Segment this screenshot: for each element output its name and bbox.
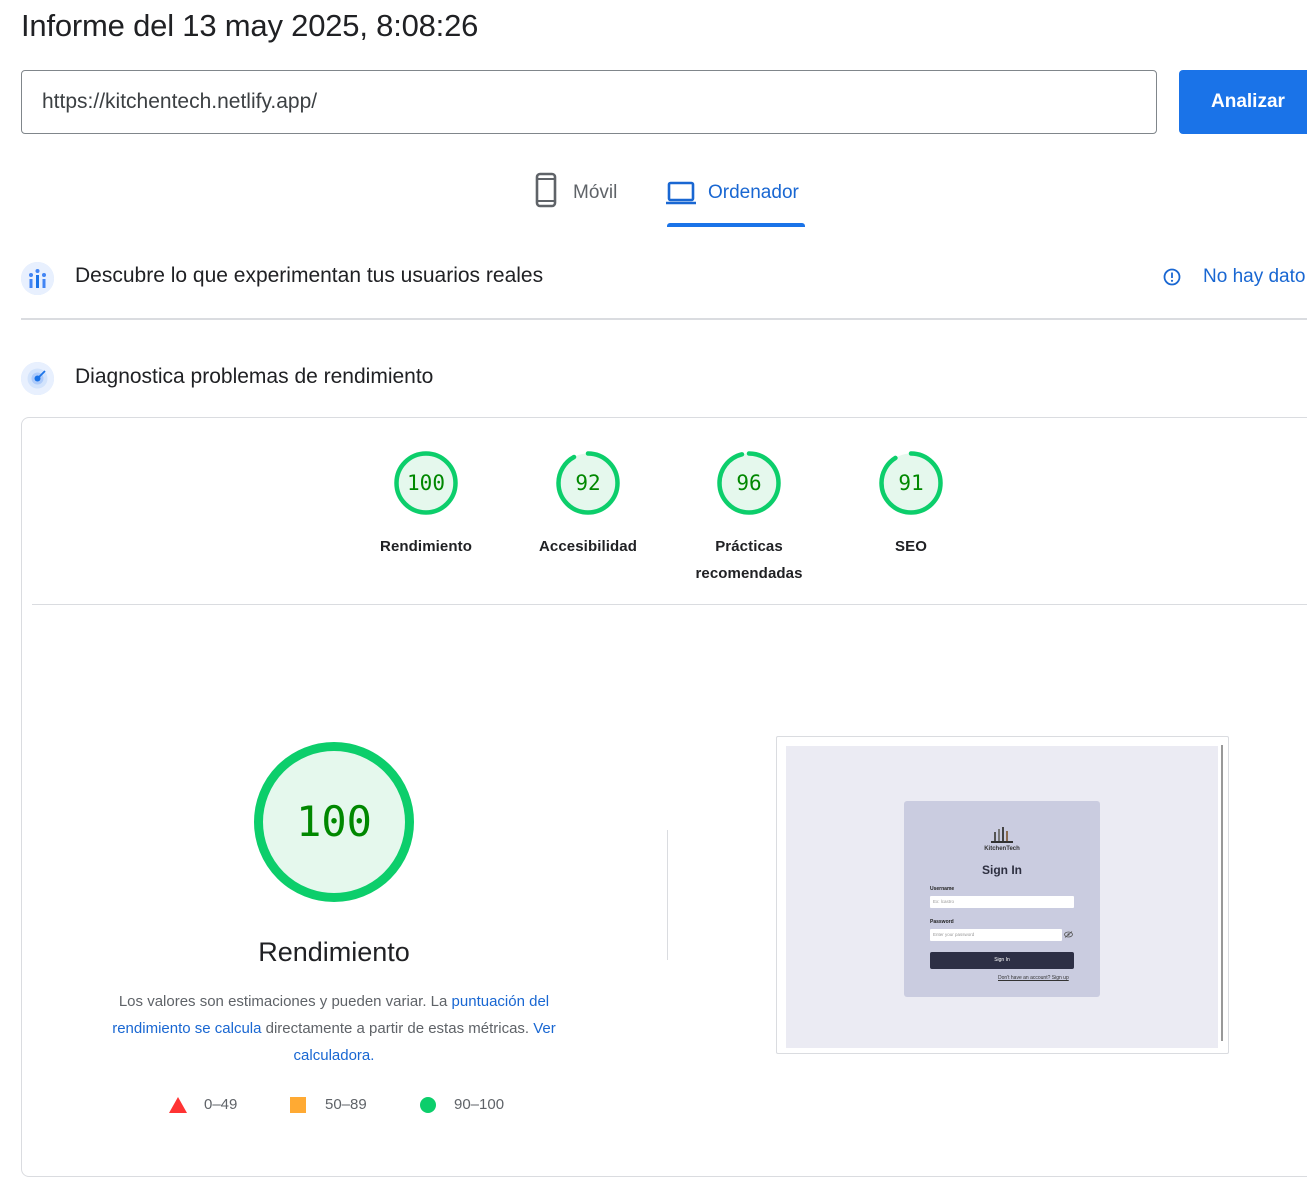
legend-fail: 0–49 bbox=[169, 1096, 237, 1113]
users-chart-icon bbox=[21, 262, 54, 295]
gauge-label: Accesibilidad bbox=[538, 538, 637, 555]
triangle-icon bbox=[169, 1096, 187, 1113]
laptop-icon bbox=[666, 181, 696, 205]
gauge-label: SEO bbox=[895, 538, 927, 555]
gauge-ring: 91 bbox=[879, 451, 943, 515]
tab-desktop-label: Ordenador bbox=[708, 182, 799, 203]
brand-name: KitchenTech bbox=[984, 846, 1020, 852]
password-label: Password bbox=[930, 919, 954, 925]
no-data-label: No hay dato bbox=[1203, 266, 1306, 287]
gauge-value: 100 bbox=[407, 471, 445, 495]
url-input-box[interactable] bbox=[21, 70, 1157, 134]
gauge-value: 96 bbox=[736, 471, 761, 495]
eye-icon bbox=[1064, 931, 1073, 938]
kitchentech-logo-icon bbox=[991, 827, 1013, 843]
gauge-label: Rendimiento bbox=[380, 538, 472, 555]
gauge-best-practices[interactable]: 96 Prácticas recomendadas bbox=[684, 450, 814, 587]
info-icon bbox=[1163, 268, 1181, 286]
no-data-link[interactable]: No hay dato bbox=[1163, 266, 1305, 288]
tab-mobile-label: Móvil bbox=[573, 182, 618, 203]
performance-title: Rendimiento bbox=[258, 937, 410, 967]
gauge-value: 92 bbox=[575, 471, 600, 495]
speedometer-icon bbox=[21, 362, 54, 395]
panel-divider bbox=[32, 604, 1307, 605]
signup-link: Don't have an account? Sign up bbox=[998, 975, 1069, 981]
tab-mobile[interactable]: Móvil bbox=[533, 172, 617, 228]
legend-pass: 90–100 bbox=[420, 1096, 504, 1113]
gauge-ring: 92 bbox=[556, 451, 620, 515]
circle-icon bbox=[420, 1096, 436, 1113]
gauge-ring: 96 bbox=[717, 451, 781, 515]
gauge-seo[interactable]: 91 SEO bbox=[846, 450, 976, 560]
active-tab-indicator bbox=[667, 223, 805, 227]
signin-title: Sign In bbox=[982, 863, 1022, 877]
username-label: Username bbox=[930, 886, 955, 892]
password-input: Enter your password bbox=[930, 929, 1062, 941]
performance-gauge-large: 100 bbox=[252, 740, 416, 904]
square-icon bbox=[290, 1096, 306, 1113]
final-screenshot: KitchenTech Sign In Username Ex: lcastro… bbox=[776, 736, 1229, 1054]
gauge-accessibility[interactable]: 92 Accesibilidad bbox=[523, 450, 653, 560]
username-input: Ex: lcastro bbox=[930, 896, 1074, 908]
gauge-value: 91 bbox=[898, 471, 923, 495]
section-divider bbox=[21, 318, 1307, 320]
gauge-label: Prácticas recomendadas bbox=[695, 538, 803, 582]
report-title: Informe del 13 may 2025, 8:08:26 bbox=[21, 8, 479, 43]
diagnostics-title: Diagnostica problemas de rendimiento bbox=[75, 365, 434, 388]
scrollbar bbox=[1221, 745, 1223, 1041]
field-data-title: Descubre lo que experimentan tus usuario… bbox=[75, 264, 544, 287]
gauge-performance[interactable]: 100 Rendimiento bbox=[361, 450, 491, 560]
signin-button: Sign In bbox=[930, 952, 1074, 969]
performance-score: 100 bbox=[296, 797, 372, 846]
analyze-button[interactable]: Analizar bbox=[1179, 70, 1307, 134]
legend-average: 50–89 bbox=[290, 1096, 367, 1113]
gauge-ring: 100 bbox=[394, 451, 458, 515]
performance-explanation: Los valores son estimaciones y pueden va… bbox=[112, 993, 556, 1064]
url-input[interactable] bbox=[42, 71, 1132, 133]
tab-desktop[interactable]: Ordenador bbox=[666, 172, 799, 228]
screenshot-page: KitchenTech Sign In Username Ex: lcastro… bbox=[786, 746, 1218, 1048]
signin-card: KitchenTech Sign In Username Ex: lcastro… bbox=[904, 801, 1100, 997]
vertical-divider bbox=[667, 830, 668, 960]
smartphone-icon bbox=[535, 172, 557, 208]
